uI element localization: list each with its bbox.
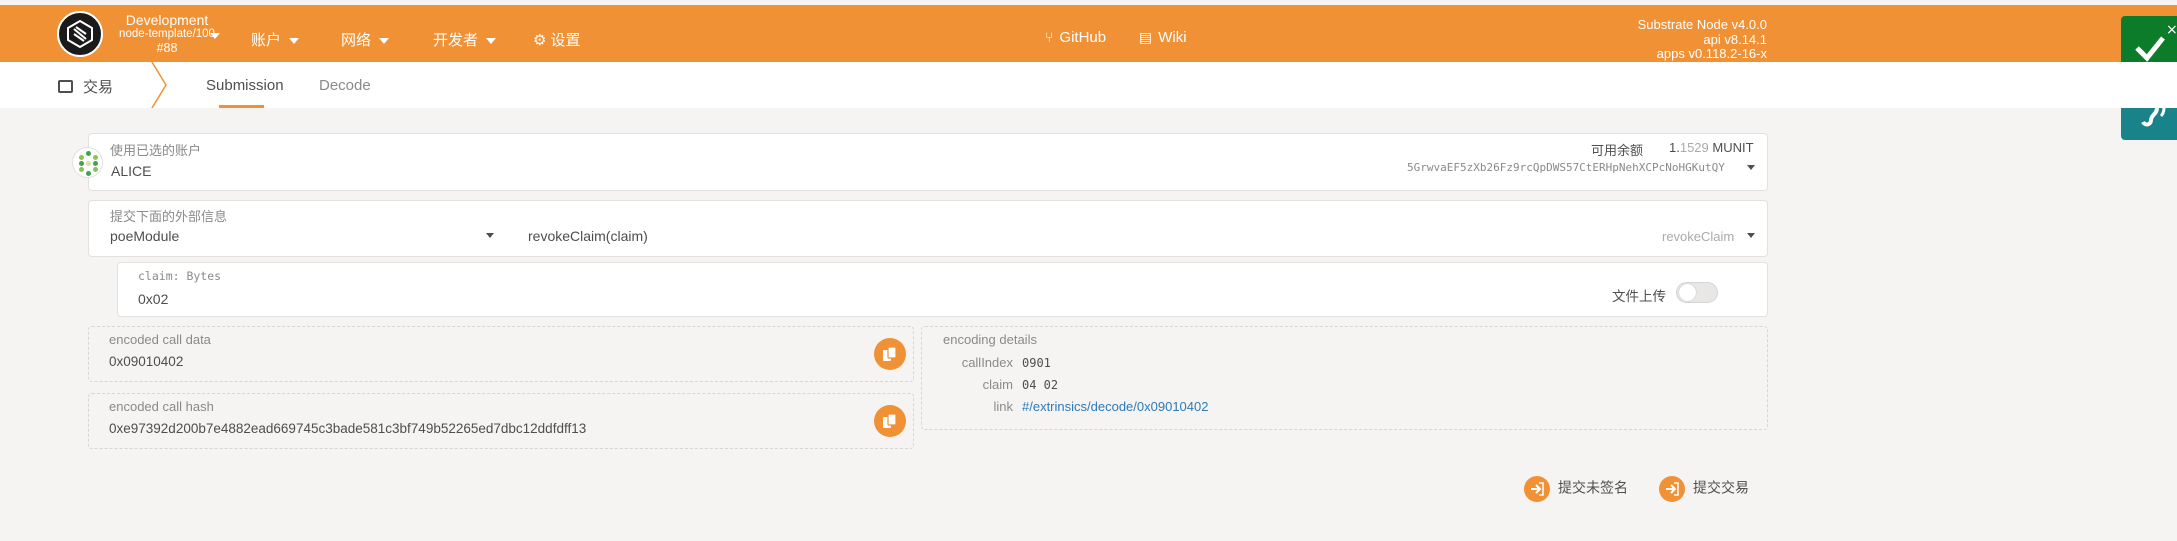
balance-integer: 1.	[1669, 140, 1680, 155]
submit-unsigned-label: 提交未签名	[1558, 479, 1628, 496]
chevron-down-icon	[486, 38, 497, 45]
param-label: claim: Bytes	[138, 269, 222, 283]
module-select[interactable]: poeModule	[110, 228, 179, 244]
extrinsic-label: 提交下面的外部信息	[110, 209, 228, 224]
transaction-icon	[58, 80, 73, 93]
github-link[interactable]: ⑂ GitHub	[1045, 29, 1106, 46]
chevron-down-icon	[289, 38, 300, 45]
chevron-down-icon[interactable]	[486, 233, 494, 238]
encoding-details-title: encoding details	[943, 332, 1037, 347]
call-data-value: 0x09010402	[109, 354, 184, 369]
copy-icon	[883, 346, 897, 361]
substrate-logo[interactable]	[57, 11, 103, 57]
wiki-link[interactable]: ▤ Wiki	[1139, 29, 1187, 46]
logo-icon	[67, 20, 93, 48]
chain-selector[interactable]: Development node-template/100 #88	[112, 13, 222, 55]
code-branch-icon: ⑂	[1045, 29, 1054, 45]
sub-navbar: 交易 Submission Decode	[0, 62, 2177, 108]
chain-block: #88	[156, 41, 178, 55]
account-name: ALICE	[111, 163, 152, 179]
file-upload-label: 文件上传	[1612, 289, 1666, 304]
book-icon: ▤	[1139, 29, 1153, 45]
menu-settings[interactable]: ⚙ 设置	[533, 29, 580, 50]
apps-version: apps v0.118.2-16-x	[1656, 46, 1767, 61]
sign-in-icon	[1524, 476, 1550, 502]
menu-developer[interactable]: 开发者	[433, 29, 497, 50]
encoded-call-data: encoded call data 0x09010402	[88, 326, 914, 382]
submit-transaction-label: 提交交易	[1693, 479, 1749, 496]
balance-unit: MUNIT	[1712, 140, 1754, 155]
encoding-details: encoding details callIndex 0901 claim 04…	[921, 326, 1768, 430]
active-tab-indicator	[219, 105, 264, 108]
menu-developer-label: 开发者	[433, 32, 479, 49]
tab-submission[interactable]: Submission	[206, 77, 284, 94]
tab-decode[interactable]: Decode	[319, 77, 371, 94]
wiki-link-label: Wiki	[1158, 29, 1187, 46]
toggle-knob	[1679, 284, 1696, 301]
section-title: 交易	[58, 76, 113, 97]
account-label: 使用已选的账户	[110, 143, 202, 158]
balance-value: 1.1529 MUNIT	[1669, 140, 1754, 155]
chevron-down-icon[interactable]	[1747, 233, 1755, 238]
menu-accounts[interactable]: 账户	[251, 29, 300, 50]
extrinsic-selector: 提交下面的外部信息 poeModule revokeClaim(claim) r…	[88, 200, 1768, 257]
breadcrumb-separator	[151, 62, 167, 108]
chain-runtime: node-template/100	[119, 28, 215, 40]
call-hash-label: encoded call hash	[109, 399, 214, 414]
chevron-down-icon	[1747, 165, 1755, 170]
menu-accounts-label: 账户	[251, 32, 282, 49]
call-select[interactable]: revokeClaim(claim)	[528, 228, 648, 244]
top-navbar: Development node-template/100 #88 账户 网络 …	[0, 5, 2177, 62]
chevron-down-icon	[379, 38, 390, 45]
submit-unsigned-button[interactable]: 提交未签名	[1524, 476, 1628, 502]
gear-icon: ⚙	[533, 32, 547, 49]
sign-in-icon	[1659, 476, 1685, 502]
balance-fraction: 1529	[1679, 140, 1709, 155]
decode-link[interactable]: #/extrinsics/decode/0x09010402	[1022, 399, 1208, 414]
account-selector[interactable]: 使用已选的账户 ALICE 可用余额 1.1529 MUNIT 5GrwvaEF…	[88, 133, 1768, 191]
chain-name: Development	[125, 12, 209, 28]
copy-icon	[883, 413, 897, 428]
call-hash-value: 0xe97392d200b7e4882ead669745c3bade581c3b…	[109, 421, 587, 436]
detail-key-link: link	[993, 399, 1013, 414]
node-version: Substrate Node v4.0.0	[1637, 17, 1767, 32]
file-upload-toggle[interactable]	[1676, 282, 1718, 303]
api-version: api v8.14.1	[1703, 31, 1767, 47]
github-link-label: GitHub	[1059, 29, 1107, 46]
account-address: 5GrwvaEF5zXb26Fz9rcQpDWS57CtERHpNehXCPcN…	[1407, 161, 1725, 174]
claim-input[interactable]: 0x02	[138, 291, 168, 307]
call-data-label: encoded call data	[109, 332, 211, 347]
encoded-call-hash: encoded call hash 0xe97392d200b7e4882ead…	[88, 393, 914, 449]
copy-call-hash-button[interactable]	[874, 405, 906, 437]
detail-key-callindex: callIndex	[961, 355, 1013, 370]
menu-network-label: 网络	[341, 32, 372, 49]
version-info: Substrate Node v4.0.0 api v8.14.1 apps v…	[1637, 17, 1767, 62]
menu-network[interactable]: 网络	[341, 29, 390, 50]
detail-value-callindex: 0901	[1022, 356, 1051, 370]
balance-label: 可用余额	[1591, 143, 1644, 158]
detail-value-claim: 04 02	[1022, 378, 1059, 392]
submit-transaction-button[interactable]: 提交交易	[1659, 476, 1749, 502]
copy-call-data-button[interactable]	[874, 338, 906, 370]
call-short-name: revokeClaim	[1662, 229, 1735, 244]
svg-text:×: ×	[2166, 22, 2177, 38]
chevron-down-icon[interactable]	[210, 33, 220, 39]
menu-settings-label: 设置	[550, 32, 581, 49]
detail-key-claim: claim	[982, 377, 1013, 392]
account-identicon	[72, 147, 103, 178]
param-claim: claim: Bytes 0x02 文件上传	[117, 262, 1768, 317]
section-title-label: 交易	[83, 79, 114, 96]
